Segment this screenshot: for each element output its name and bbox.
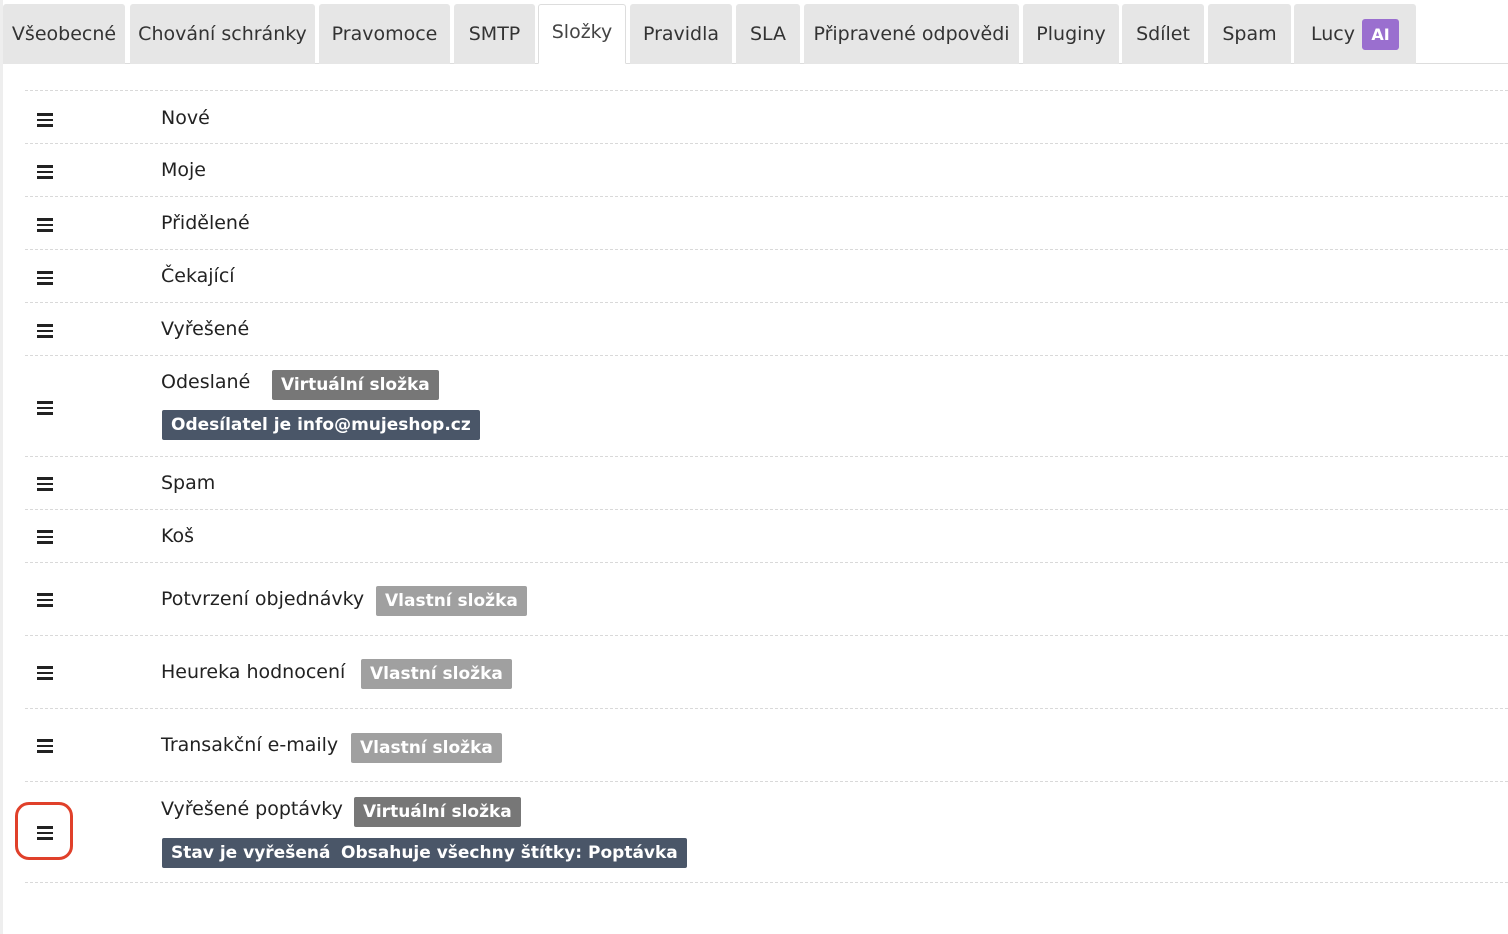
drag-handle-icon[interactable] — [37, 165, 53, 179]
tab-rules[interactable]: Pravidla — [630, 4, 732, 64]
drag-handle-icon[interactable] — [37, 324, 53, 338]
folder-name[interactable]: Nové — [161, 107, 210, 129]
folder-row: Spam — [25, 456, 1508, 509]
tab-label: Spam — [1222, 23, 1277, 45]
drag-handle-icon[interactable] — [37, 739, 53, 753]
tab-smtp[interactable]: SMTP — [454, 4, 535, 64]
folder-name[interactable]: Vyřešené — [161, 318, 249, 340]
custom-folder-badge: Vlastní složka — [361, 659, 512, 689]
drag-handle-icon[interactable] — [37, 271, 53, 285]
condition-badge: Odesílatel je info@mujeshop.cz — [162, 410, 480, 440]
tab-label: SMTP — [468, 23, 521, 45]
folder-name[interactable]: Transakční e-maily — [161, 734, 338, 756]
tab-canned-responses[interactable]: Připravené odpovědi — [804, 4, 1019, 64]
tab-plugins[interactable]: Pluginy — [1023, 4, 1119, 64]
folder-row: Vyřešené — [25, 302, 1508, 355]
left-border — [0, 0, 3, 934]
folder-row: Čekající — [25, 249, 1508, 302]
ai-badge: AI — [1361, 18, 1399, 50]
tab-label: Pravidla — [642, 23, 720, 45]
custom-folder-badge: Vlastní složka — [376, 586, 527, 616]
folder-row: Přidělené — [25, 196, 1508, 249]
drag-handle-icon[interactable] — [37, 401, 53, 415]
folder-name[interactable]: Heureka hodnocení — [161, 661, 345, 683]
tab-share[interactable]: Sdílet — [1122, 4, 1204, 64]
folder-name[interactable]: Čekající — [161, 265, 235, 287]
highlight-circle — [15, 802, 73, 860]
folder-row: Transakční e-maily Vlastní složka — [25, 708, 1508, 781]
folder-row: Nové — [25, 90, 1508, 143]
folder-row: Potvrzení objednávky Vlastní složka — [25, 562, 1508, 635]
folder-row: Vyřešené poptávky Virtuální složka Stav … — [25, 781, 1508, 883]
tab-label: Složky — [551, 21, 613, 43]
tab-lucy[interactable]: Lucy AI — [1294, 4, 1416, 64]
tab-label: Sdílet — [1136, 23, 1190, 45]
tab-folders[interactable]: Složky — [538, 4, 626, 64]
folder-row: Heureka hodnocení Vlastní složka — [25, 635, 1508, 708]
tab-label: Připravené odpovědi — [813, 23, 1010, 45]
folder-name[interactable]: Odeslané — [161, 371, 250, 393]
folder-name[interactable]: Moje — [161, 159, 206, 181]
folder-row: Odeslané Virtuální složka Odesílatel je … — [25, 355, 1508, 456]
tab-label: Pravomoce — [331, 23, 438, 45]
drag-handle-icon[interactable] — [37, 113, 53, 127]
tab-sla[interactable]: SLA — [736, 4, 800, 64]
tab-label: Všeobecné — [11, 23, 117, 45]
folder-name[interactable]: Koš — [161, 525, 194, 547]
tab-mailbox-behavior[interactable]: Chování schránky — [130, 4, 315, 64]
tab-permissions[interactable]: Pravomoce — [319, 4, 450, 64]
tab-spam[interactable]: Spam — [1208, 4, 1291, 64]
folder-name[interactable]: Přidělené — [161, 212, 250, 234]
folder-name[interactable]: Potvrzení objednávky — [161, 588, 364, 610]
folder-row: Moje — [25, 143, 1508, 196]
drag-handle-icon[interactable] — [37, 593, 53, 607]
virtual-folder-badge: Virtuální složka — [272, 370, 439, 400]
tab-label: Pluginy — [1036, 23, 1106, 45]
drag-handle-icon[interactable] — [37, 666, 53, 680]
virtual-folder-badge: Virtuální složka — [354, 797, 521, 827]
folder-name[interactable]: Spam — [161, 472, 215, 494]
condition-badge: Stav je vyřešená — [162, 838, 340, 868]
custom-folder-badge: Vlastní složka — [351, 733, 502, 763]
drag-handle-icon[interactable] — [37, 530, 53, 544]
folder-list: Nové Moje Přidělené Čekající Vyřešené Od… — [25, 90, 1508, 883]
tab-label: SLA — [749, 23, 787, 45]
tab-label: Lucy — [1311, 23, 1355, 45]
tab-general[interactable]: Všeobecné — [3, 4, 125, 64]
drag-handle-icon[interactable] — [37, 477, 53, 491]
tab-label: Chování schránky — [138, 23, 307, 45]
mailbox-settings-page: Všeobecné Chování schránky Pravomoce SMT… — [0, 0, 1508, 934]
settings-tabs: Všeobecné Chování schránky Pravomoce SMT… — [3, 4, 1508, 64]
condition-badge: Obsahuje všechny štítky: Poptávka — [332, 838, 687, 868]
folder-row: Koš — [25, 509, 1508, 562]
drag-handle-icon[interactable] — [37, 218, 53, 232]
folder-name[interactable]: Vyřešené poptávky — [161, 798, 343, 820]
